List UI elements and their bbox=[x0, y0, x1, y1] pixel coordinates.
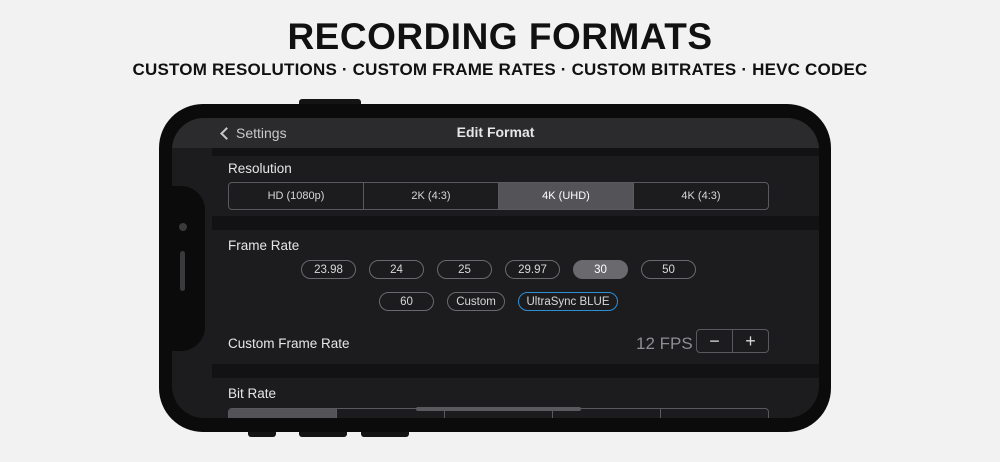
front-camera bbox=[179, 223, 187, 231]
frame-rate-24[interactable]: 24 bbox=[369, 260, 424, 279]
frame-rate-ultrasync-blue[interactable]: UltraSync BLUE bbox=[518, 292, 618, 311]
frame-rate-30[interactable]: 30 bbox=[573, 260, 628, 279]
resolution-option-4k-4-3[interactable]: 4K (4:3) bbox=[634, 183, 768, 209]
promo-subheadline: CUSTOM RESOLUTIONS · CUSTOM FRAME RATES … bbox=[132, 60, 868, 79]
frame-rate-60[interactable]: 60 bbox=[379, 292, 434, 311]
home-indicator bbox=[416, 407, 581, 411]
bit-rate-option[interactable] bbox=[229, 409, 337, 418]
section-separator bbox=[212, 148, 819, 156]
page-title: Edit Format bbox=[456, 124, 535, 140]
bit-rate-label: Bit Rate bbox=[228, 386, 277, 401]
frame-rate-label: Frame Rate bbox=[228, 238, 300, 253]
resolution-option-hd-1080p[interactable]: HD (1080p) bbox=[229, 183, 364, 209]
promo-headline: RECORDING FORMATS bbox=[287, 16, 713, 57]
bit-rate-option[interactable] bbox=[661, 409, 768, 418]
custom-frame-rate-stepper: − + bbox=[696, 329, 769, 353]
increment-button[interactable]: + bbox=[733, 330, 768, 352]
decrement-button[interactable]: − bbox=[697, 330, 733, 352]
resolution-option-4k-uhd[interactable]: 4K (UHD) bbox=[499, 183, 634, 209]
frame-rate-50[interactable]: 50 bbox=[641, 260, 696, 279]
custom-frame-rate-label: Custom Frame Rate bbox=[228, 336, 350, 351]
resolution-label: Resolution bbox=[228, 161, 292, 176]
frame-rate-29-97[interactable]: 29.97 bbox=[505, 260, 560, 279]
section-separator bbox=[212, 216, 819, 230]
section-separator bbox=[212, 364, 819, 378]
earpiece-speaker bbox=[180, 251, 185, 291]
resolution-option-2k-4-3[interactable]: 2K (4:3) bbox=[364, 183, 499, 209]
app-screen: Settings Edit Format Resolution HD (1080… bbox=[172, 118, 819, 418]
custom-frame-rate-value: 12 FPS bbox=[636, 334, 693, 353]
frame-rate-23-98[interactable]: 23.98 bbox=[301, 260, 356, 279]
frame-rate-25[interactable]: 25 bbox=[437, 260, 492, 279]
navigation-bar: Settings Edit Format bbox=[172, 118, 819, 148]
resolution-segmented-control: HD (1080p) 2K (4:3) 4K (UHD) 4K (4:3) bbox=[228, 182, 769, 210]
frame-rate-custom[interactable]: Custom bbox=[447, 292, 505, 311]
